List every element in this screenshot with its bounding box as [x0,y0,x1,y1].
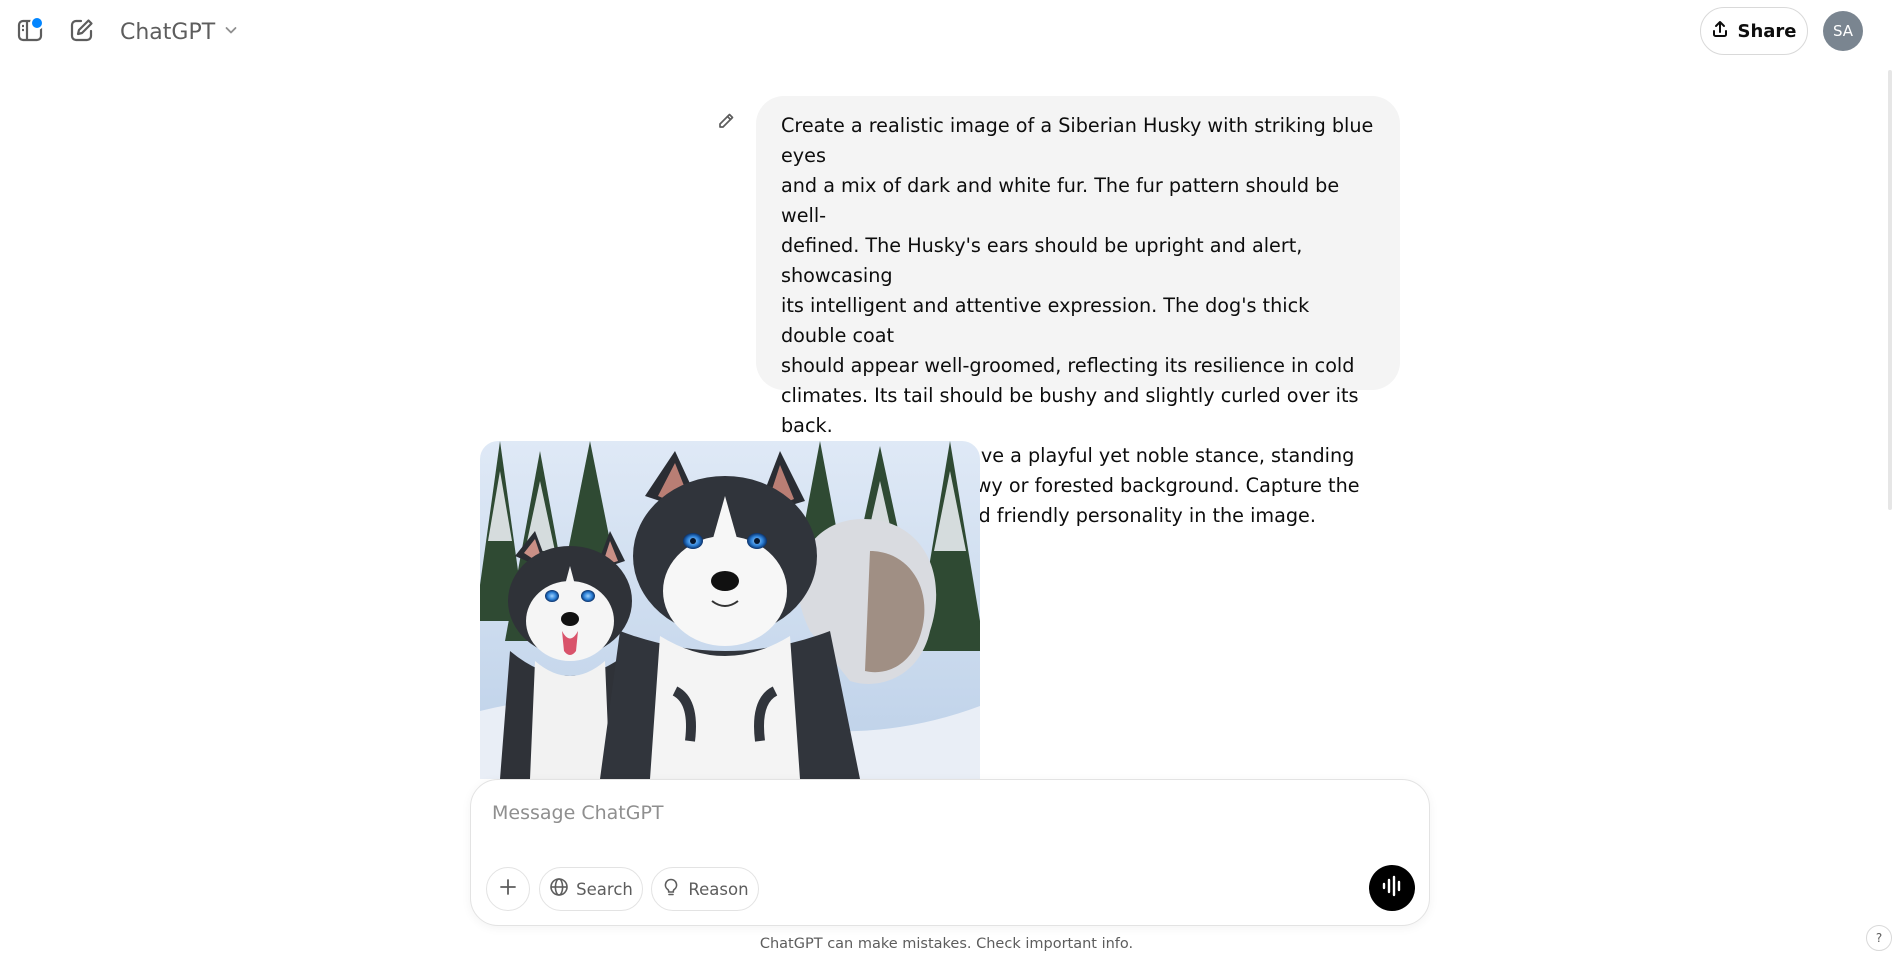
attach-button[interactable] [486,867,530,911]
scrollbar[interactable] [1888,70,1892,510]
compose-icon [68,16,96,48]
model-switcher[interactable]: ChatGPT [120,16,239,48]
model-name: ChatGPT [120,19,216,45]
voice-mode-button[interactable] [1369,865,1415,911]
avatar[interactable]: SA [1823,11,1863,51]
edit-message-button[interactable] [714,111,738,135]
disclaimer-text: ChatGPT can make mistakes. Check importa… [759,936,1134,952]
search-button[interactable]: Search [539,867,643,911]
generated-husky-image[interactable] [480,441,980,779]
share-button[interactable]: Share [1700,7,1808,55]
user-message: Create a realistic image of a Siberian H… [756,96,1400,527]
top-bar: ChatGPT Share SA [0,0,1893,64]
sidebar-toggle-button[interactable] [14,16,46,48]
voice-waveform-icon [1380,874,1404,902]
message-input[interactable]: Message ChatGPT [492,802,664,824]
new-chat-button[interactable] [66,16,98,48]
reason-label: Reason [688,879,749,899]
chevron-down-icon [223,22,239,42]
help-button[interactable]: ? [1866,925,1892,951]
reason-button[interactable]: Reason [651,867,759,911]
search-label: Search [576,879,633,899]
share-label: Share [1737,20,1797,42]
globe-icon [549,877,569,901]
notification-dot [30,16,44,30]
upload-icon [1711,20,1729,42]
message-composer[interactable]: Message ChatGPT Search Reason [470,779,1430,926]
plus-icon [498,877,518,901]
lightbulb-icon [661,877,681,901]
pencil-icon [716,111,736,135]
